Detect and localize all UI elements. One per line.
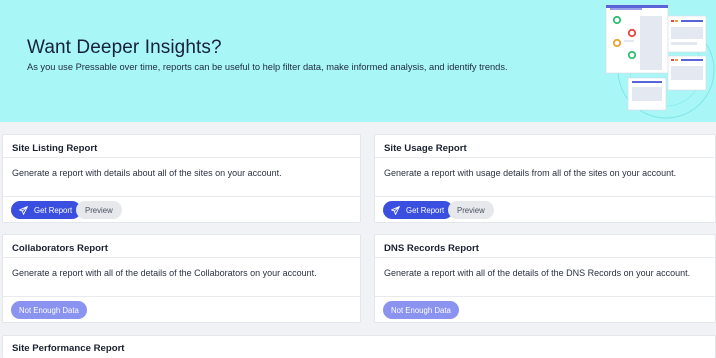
preview-button[interactable]: Preview xyxy=(76,201,122,219)
divider xyxy=(3,157,360,158)
site-listing-card: Site Listing Report Generate a report wi… xyxy=(2,134,361,223)
card-title: Site Performance Report xyxy=(12,343,125,354)
collaborators-card: Collaborators Report Generate a report w… xyxy=(2,234,361,323)
card-title: Site Listing Report xyxy=(12,143,98,154)
report-illustration xyxy=(605,4,715,119)
divider xyxy=(375,257,715,258)
site-usage-card: Site Usage Report Generate a report with… xyxy=(374,134,716,223)
divider xyxy=(375,157,715,158)
divider xyxy=(3,257,360,258)
divider xyxy=(3,196,360,197)
card-title: Collaborators Report xyxy=(12,243,108,254)
card-title: Site Usage Report xyxy=(384,143,467,154)
not-enough-data-label: Not Enough Data xyxy=(391,305,451,315)
preview-label: Preview xyxy=(457,205,485,215)
site-performance-card: Site Performance Report xyxy=(2,335,716,358)
card-title: DNS Records Report xyxy=(384,243,479,254)
get-report-label: Get Report xyxy=(406,205,445,215)
insights-banner: Want Deeper Insights? As you use Pressab… xyxy=(0,0,716,122)
get-report-label: Get Report xyxy=(34,205,73,215)
preview-button[interactable]: Preview xyxy=(448,201,494,219)
send-icon xyxy=(391,205,400,215)
dns-records-card: DNS Records Report Generate a report wit… xyxy=(374,234,716,323)
divider xyxy=(375,296,715,297)
card-description: Generate a report with details about all… xyxy=(12,168,282,178)
not-enough-data-button[interactable]: Not Enough Data xyxy=(11,301,87,319)
get-report-button[interactable]: Get Report xyxy=(11,201,82,219)
card-description: Generate a report with all of the detail… xyxy=(12,268,317,278)
divider xyxy=(3,296,360,297)
not-enough-data-button[interactable]: Not Enough Data xyxy=(383,301,459,319)
banner-title: Want Deeper Insights? xyxy=(27,37,222,58)
card-description: Generate a report with all of the detail… xyxy=(384,268,691,278)
banner-subtitle: As you use Pressable over time, reports … xyxy=(27,62,508,72)
not-enough-data-label: Not Enough Data xyxy=(19,305,79,315)
get-report-button[interactable]: Get Report xyxy=(383,201,454,219)
send-icon xyxy=(19,205,28,215)
card-description: Generate a report with usage details fro… xyxy=(384,168,677,178)
divider xyxy=(375,196,715,197)
preview-label: Preview xyxy=(85,205,113,215)
